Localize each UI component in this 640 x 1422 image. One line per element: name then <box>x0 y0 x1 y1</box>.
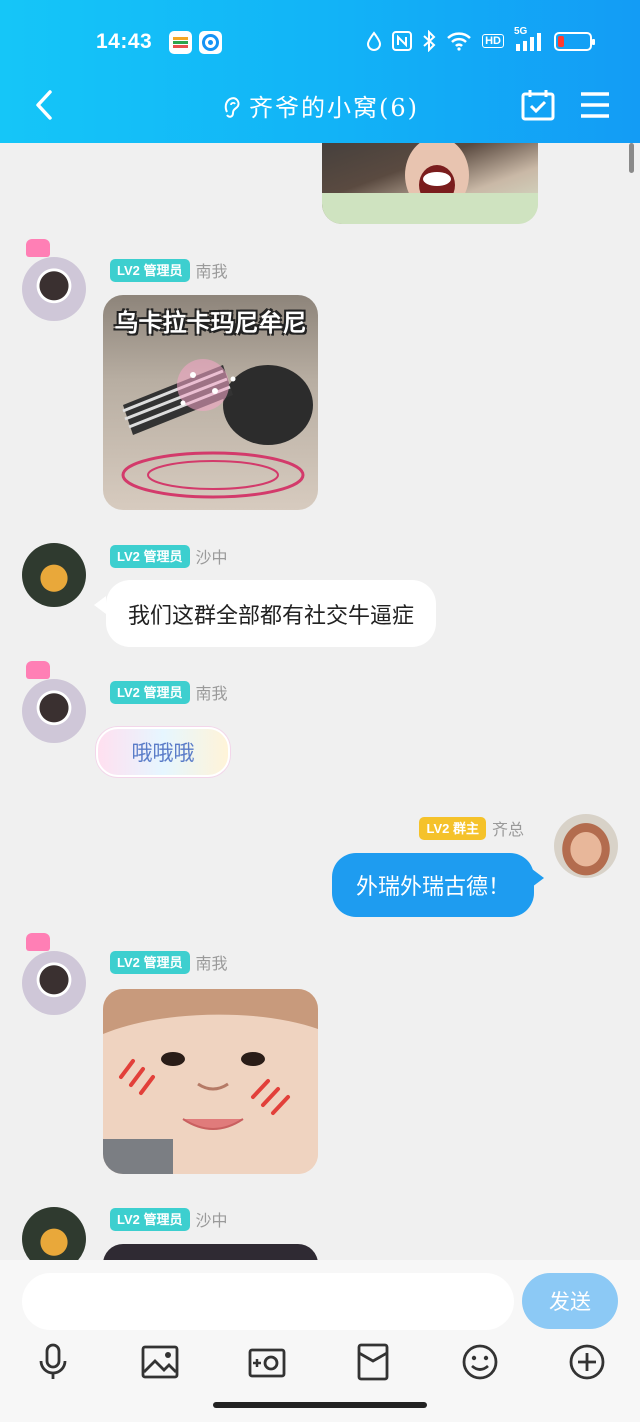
status-icons: HD 5G <box>366 26 595 52</box>
avatar-frame-decoration <box>26 933 50 951</box>
level-badge: LV2 管理员 <box>110 950 190 974</box>
nfc-icon <box>392 31 413 51</box>
nav-bar: 齐爷的小窝(6) <box>0 86 640 143</box>
voice-button[interactable] <box>33 1342 73 1382</box>
network-label: 5G <box>514 26 528 37</box>
menu-icon <box>581 92 609 118</box>
status-time: 14:43 <box>96 30 153 53</box>
water-drop-icon <box>367 31 382 51</box>
avatar[interactable] <box>22 257 86 321</box>
sticker-message[interactable]: 乌卡拉卡玛尼牟尼 <box>103 295 318 510</box>
photo-button[interactable] <box>140 1342 180 1382</box>
sender-row: LV2 管理员 沙中 <box>110 544 228 568</box>
home-indicator[interactable] <box>213 1402 427 1408</box>
bluetooth-icon <box>423 30 436 52</box>
level-badge: LV2 管理员 <box>110 1207 190 1231</box>
wallet-app-icon <box>169 31 192 54</box>
sender-row: LV2 管理员 南我 <box>110 680 228 704</box>
sender-row: LV2 管理员 沙中 <box>110 1207 228 1231</box>
camera-button[interactable] <box>247 1342 287 1382</box>
calendar-check-icon <box>521 90 555 121</box>
microphone-icon <box>39 1343 67 1379</box>
emoji-button[interactable] <box>460 1342 500 1382</box>
sender-row: LV2 管理员 南我 <box>110 950 228 974</box>
ear-icon <box>224 97 240 118</box>
avatar[interactable] <box>22 543 86 607</box>
battery-level <box>558 35 564 47</box>
avatar[interactable] <box>554 814 618 878</box>
chat-title-text: 齐爷的小窝(6) <box>249 94 419 122</box>
battery-icon <box>554 31 595 51</box>
chat-screen: 14:43 HD 5G 齐爷的小窝(6) LV2 管理员 南我 乌卡拉卡玛尼牟尼… <box>0 0 640 1422</box>
input-area: 发送 <box>0 1260 640 1422</box>
red-packet-icon <box>357 1343 389 1381</box>
sender-name[interactable]: 齐总 <box>492 816 524 840</box>
hd-badge: HD <box>482 34 504 48</box>
calendar-button[interactable] <box>520 88 556 122</box>
sender-name[interactable]: 南我 <box>196 258 228 282</box>
sender-name[interactable]: 南我 <box>196 950 228 974</box>
sticker-message[interactable] <box>103 989 318 1174</box>
my-text-bubble[interactable]: 外瑞外瑞古德！ <box>331 853 534 917</box>
sender-name[interactable]: 南我 <box>196 680 228 704</box>
level-badge: LV2 管理员 <box>110 544 190 568</box>
message-list[interactable]: LV2 管理员 南我 乌卡拉卡玛尼牟尼 LV2 管理员 沙中 我们这群全部都有社… <box>0 143 640 1260</box>
sticker-message[interactable] <box>103 1244 318 1260</box>
plus-icon <box>569 1344 605 1380</box>
more-button[interactable] <box>567 1342 607 1382</box>
wifi-icon <box>447 32 471 51</box>
avatar[interactable] <box>22 679 86 743</box>
menu-button[interactable] <box>578 90 612 120</box>
avatar[interactable] <box>22 951 86 1015</box>
level-badge: LV2 管理员 <box>110 258 190 282</box>
avatar-frame-decoration <box>26 661 50 679</box>
status-bar: 14:43 HD 5G <box>0 0 640 86</box>
header: 14:43 HD 5G 齐爷的小窝(6) <box>0 0 640 143</box>
sender-row: LV2 群主 齐总 <box>419 816 524 840</box>
sticker-caption: 乌卡拉卡玛尼牟尼 <box>114 309 307 337</box>
toolbar <box>0 1342 640 1386</box>
send-button[interactable]: 发送 <box>522 1273 618 1329</box>
scrollbar[interactable] <box>629 143 634 173</box>
previous-sticker[interactable] <box>322 143 538 224</box>
avatar[interactable] <box>22 1207 86 1260</box>
sender-name[interactable]: 沙中 <box>196 544 228 568</box>
sender-name[interactable]: 沙中 <box>196 1207 228 1231</box>
decorated-bubble[interactable]: 哦哦哦 <box>96 727 230 777</box>
message-input[interactable] <box>22 1273 514 1330</box>
camera-icon <box>248 1348 286 1378</box>
image-icon <box>141 1345 179 1379</box>
browser-app-icon <box>199 31 222 54</box>
text-bubble[interactable]: 我们这群全部都有社交牛逼症 <box>106 580 437 647</box>
red-packet-button[interactable] <box>353 1342 393 1382</box>
signal-icon: 5G <box>514 26 544 52</box>
bubble-tail <box>94 596 106 614</box>
level-badge: LV2 群主 <box>419 816 486 840</box>
emoji-icon <box>462 1344 498 1380</box>
sender-row: LV2 管理员 南我 <box>110 258 228 282</box>
bubble-tail <box>532 869 544 887</box>
level-badge: LV2 管理员 <box>110 680 190 704</box>
avatar-frame-decoration <box>26 239 50 257</box>
